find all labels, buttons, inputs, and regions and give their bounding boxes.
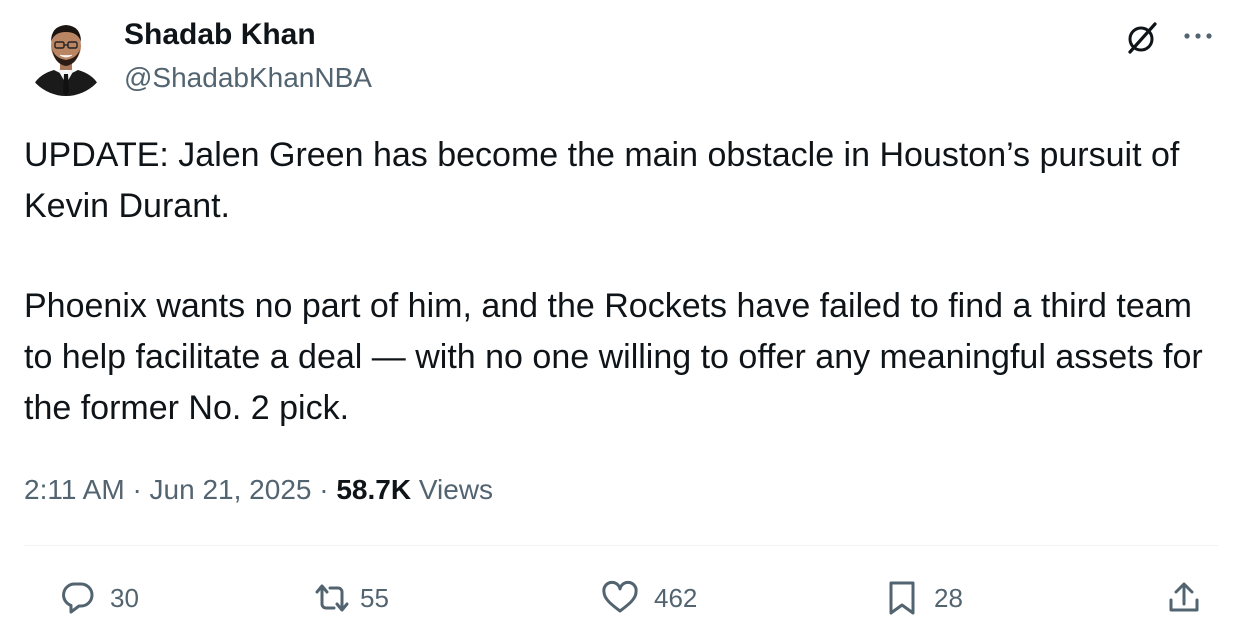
meta-separator: · (132, 474, 142, 505)
author-handle[interactable]: @ShadabKhanNBA (124, 60, 372, 96)
reply-count: 30 (110, 583, 139, 613)
action-bar: 30 55 462 28 (0, 573, 1242, 623)
views-label: Views (418, 474, 494, 505)
tweet-time[interactable]: 2:11 AM (24, 474, 125, 505)
avatar[interactable] (24, 12, 108, 96)
reply-button[interactable]: 30 (60, 573, 139, 623)
repost-icon (315, 584, 349, 612)
tweet-paragraph: Phoenix wants no part of him, and the Ro… (24, 287, 1203, 427)
divider (24, 545, 1218, 546)
share-button[interactable] (1166, 573, 1202, 623)
repost-button[interactable]: 55 (312, 573, 389, 623)
tweet-paragraph: UPDATE: Jalen Green has become the main … (24, 136, 1180, 225)
views-count[interactable]: 58.7K (336, 474, 411, 505)
tweet-date[interactable]: Jun 21, 2025 (150, 474, 312, 505)
tweet-card: Shadab Khan @ShadabKhanNBA UPDATE: Jalen… (0, 0, 1242, 637)
tweet-meta: 2:11 AM · Jun 21, 2025 · 58.7K Views (24, 470, 493, 510)
meta-separator: · (319, 474, 329, 505)
avatar-image (24, 12, 108, 96)
bookmark-button[interactable]: 28 (884, 573, 963, 623)
share-icon (1169, 582, 1199, 612)
tweet-text: UPDATE: Jalen Green has become the main … (24, 130, 1224, 434)
bookmark-count: 28 (934, 583, 963, 613)
author-display-name[interactable]: Shadab Khan (124, 16, 316, 54)
bookmark-icon (889, 581, 915, 615)
like-button[interactable]: 462 (600, 573, 697, 623)
like-icon (602, 580, 638, 613)
like-count: 462 (654, 583, 698, 613)
grok-icon[interactable] (1124, 20, 1160, 56)
reply-icon (62, 582, 94, 614)
repost-count: 55 (360, 583, 389, 613)
more-icon[interactable] (1178, 24, 1218, 48)
